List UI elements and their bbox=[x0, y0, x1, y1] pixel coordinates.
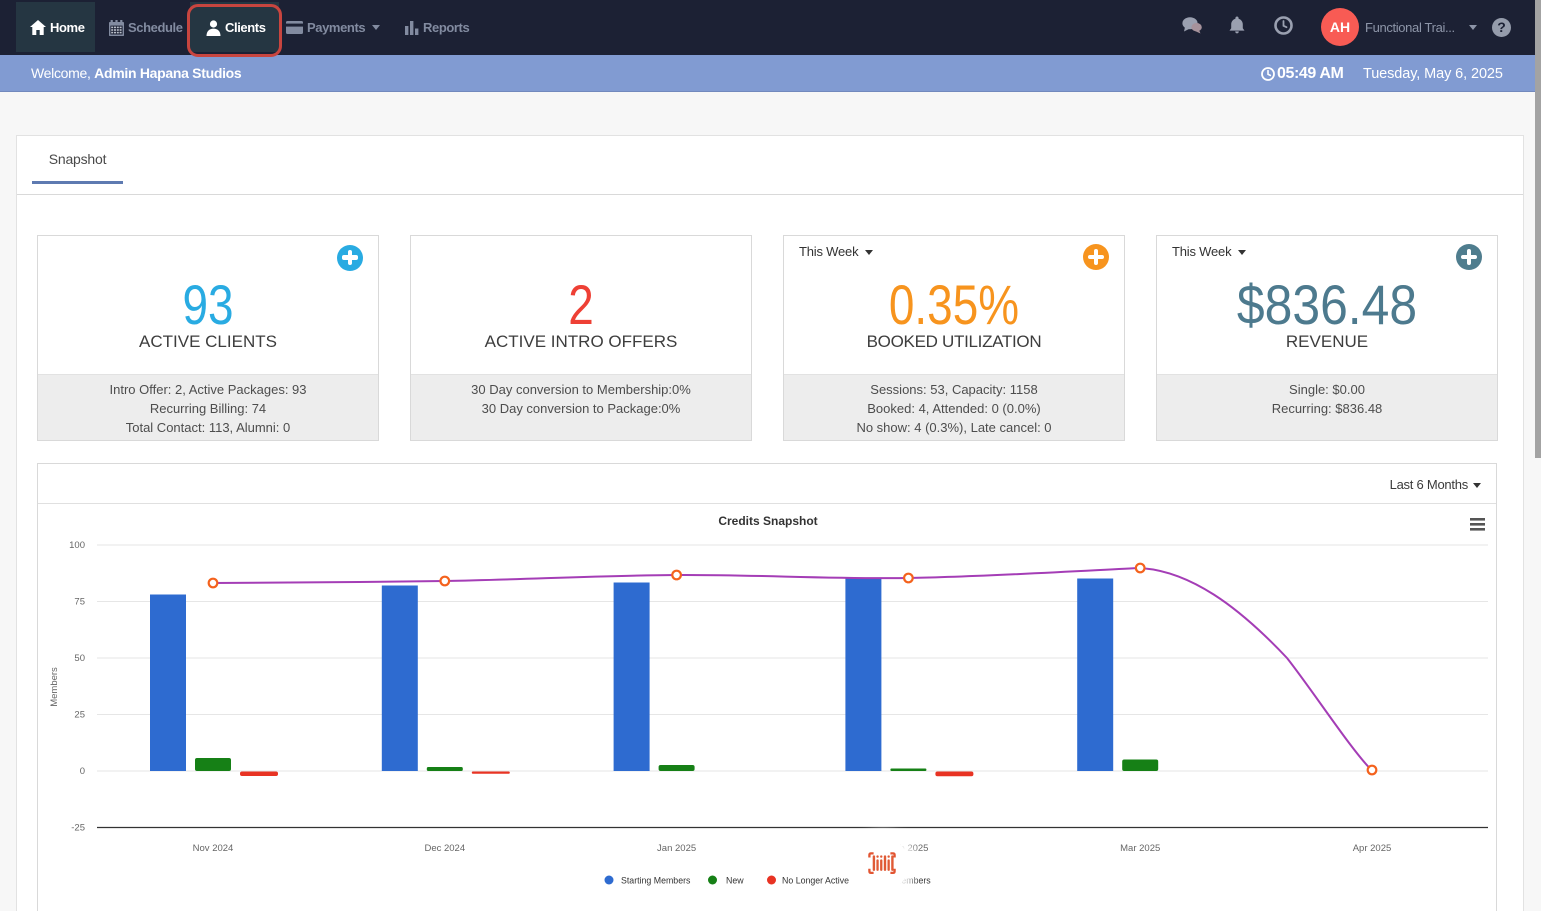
svg-text:50: 50 bbox=[74, 653, 85, 664]
svg-text:25: 25 bbox=[74, 710, 85, 721]
svg-text:75: 75 bbox=[74, 597, 85, 608]
svg-text:-25: -25 bbox=[71, 823, 85, 834]
svg-text:New: New bbox=[726, 876, 744, 886]
svg-text:Jan 2025: Jan 2025 bbox=[657, 843, 696, 854]
svg-text:No Longer Active: No Longer Active bbox=[782, 876, 849, 886]
svg-text:Mar 2025: Mar 2025 bbox=[1120, 843, 1160, 854]
svg-text:Dec 2024: Dec 2024 bbox=[424, 843, 465, 854]
svg-text:100: 100 bbox=[69, 540, 85, 551]
svg-text:0: 0 bbox=[80, 766, 85, 777]
svg-text:Nov 2024: Nov 2024 bbox=[193, 843, 234, 854]
svg-text:Apr 2025: Apr 2025 bbox=[1353, 843, 1392, 854]
svg-text:Members: Members bbox=[49, 667, 60, 707]
svg-text:Credits Snapshot: Credits Snapshot bbox=[718, 514, 817, 528]
svg-text:Starting Members: Starting Members bbox=[621, 876, 691, 886]
